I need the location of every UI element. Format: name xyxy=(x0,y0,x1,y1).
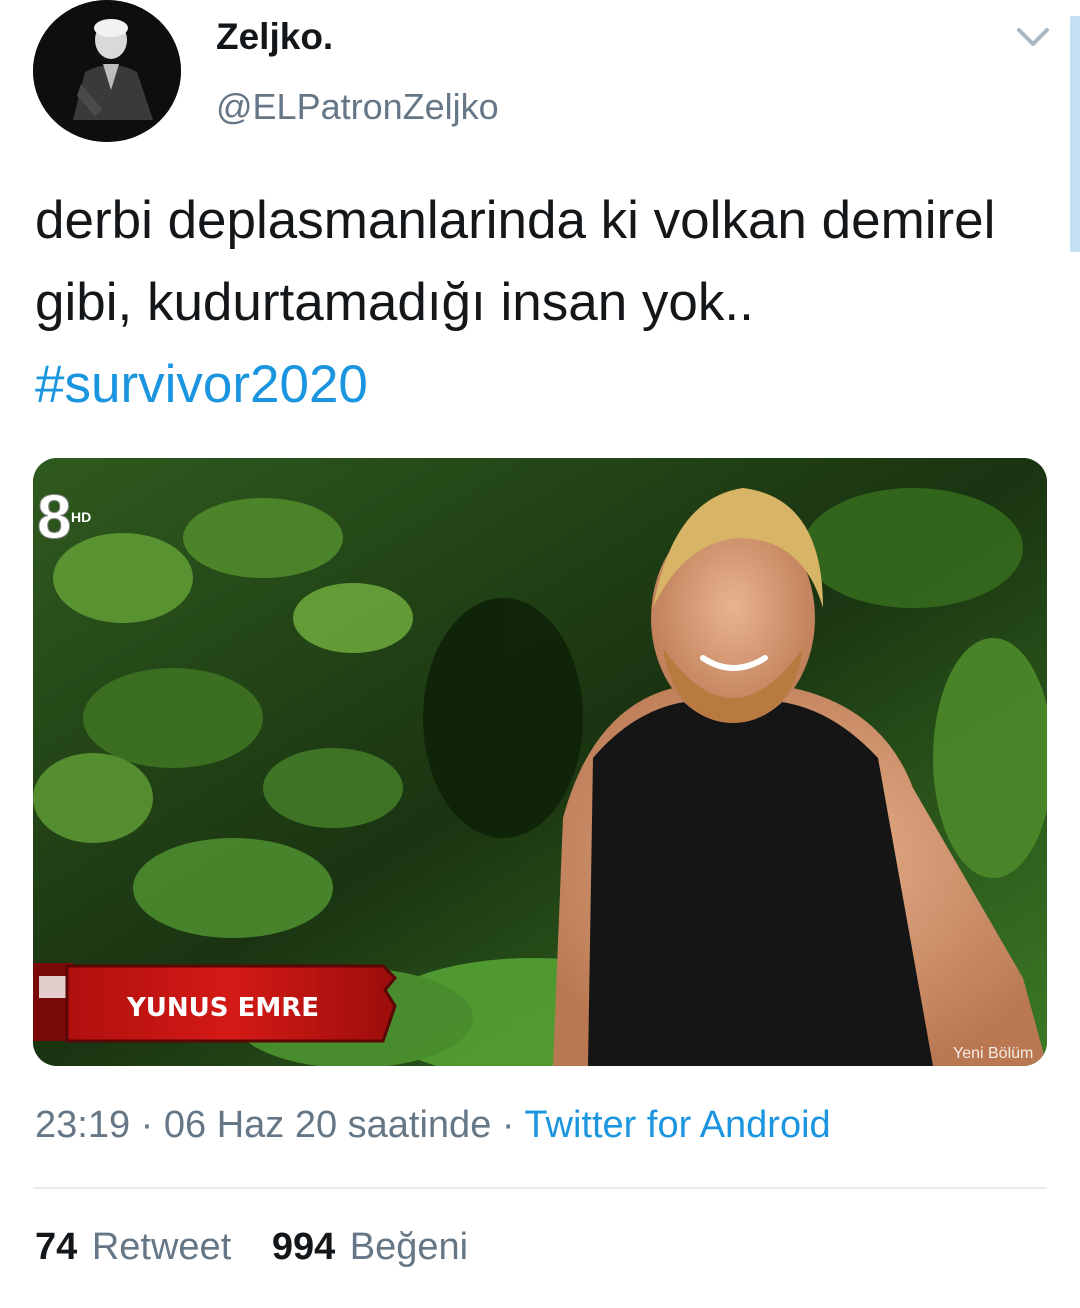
tweet-source-link[interactable]: Twitter for Android xyxy=(524,1104,830,1146)
tweet-detail: Zeljko. @ELPatronZeljko derbi deplasmanl… xyxy=(0,0,1080,1308)
likes-label: Beğeni xyxy=(349,1226,469,1268)
tweet-time[interactable]: 23:19 xyxy=(35,1104,130,1146)
tweet-meta: 23:19 · 06 Haz 20 saatinde · Twitter for… xyxy=(35,1104,831,1147)
tweet-text: derbi deplasmanlarinda ki volkan demirel… xyxy=(35,180,1045,426)
channel-logo: 8 xyxy=(37,483,71,552)
likes-count: 994 xyxy=(271,1226,336,1268)
tweet-body: derbi deplasmanlarinda ki volkan demirel… xyxy=(35,191,1011,332)
author-display-name[interactable]: Zeljko. xyxy=(216,16,333,58)
tweet-date[interactable]: 06 Haz 20 saatinde xyxy=(164,1104,491,1146)
author-handle[interactable]: @ELPatronZeljko xyxy=(216,86,499,128)
retweets-count: 74 xyxy=(35,1226,78,1268)
channel-logo-hd: HD xyxy=(71,509,91,525)
lower-third-name: YUNUS EMRE xyxy=(126,993,319,1023)
hashtag-link[interactable]: #survivor2020 xyxy=(35,355,368,414)
meta-separator: · xyxy=(140,1104,154,1146)
corner-watermark: Yeni Bölüm xyxy=(953,1045,1033,1062)
avatar-image xyxy=(33,0,181,142)
meta-separator: · xyxy=(501,1104,515,1146)
likes-stat[interactable]: 994 Beğeni xyxy=(272,1226,468,1269)
lower-third-banner: YUNUS EMRE xyxy=(33,963,398,1043)
author-avatar[interactable] xyxy=(33,0,181,142)
retweets-stat[interactable]: 74 Retweet xyxy=(35,1226,231,1269)
scrollbar[interactable] xyxy=(1070,16,1080,252)
tweet-media-image[interactable]: 8 HD YUNUS EMRE Yeni Bölüm xyxy=(33,458,1047,1066)
retweets-label: Retweet xyxy=(91,1226,232,1268)
tweet-stats: 74 Retweet 994 Beğeni xyxy=(35,1226,498,1269)
divider xyxy=(33,1187,1047,1189)
chevron-down-icon[interactable] xyxy=(1013,22,1053,52)
